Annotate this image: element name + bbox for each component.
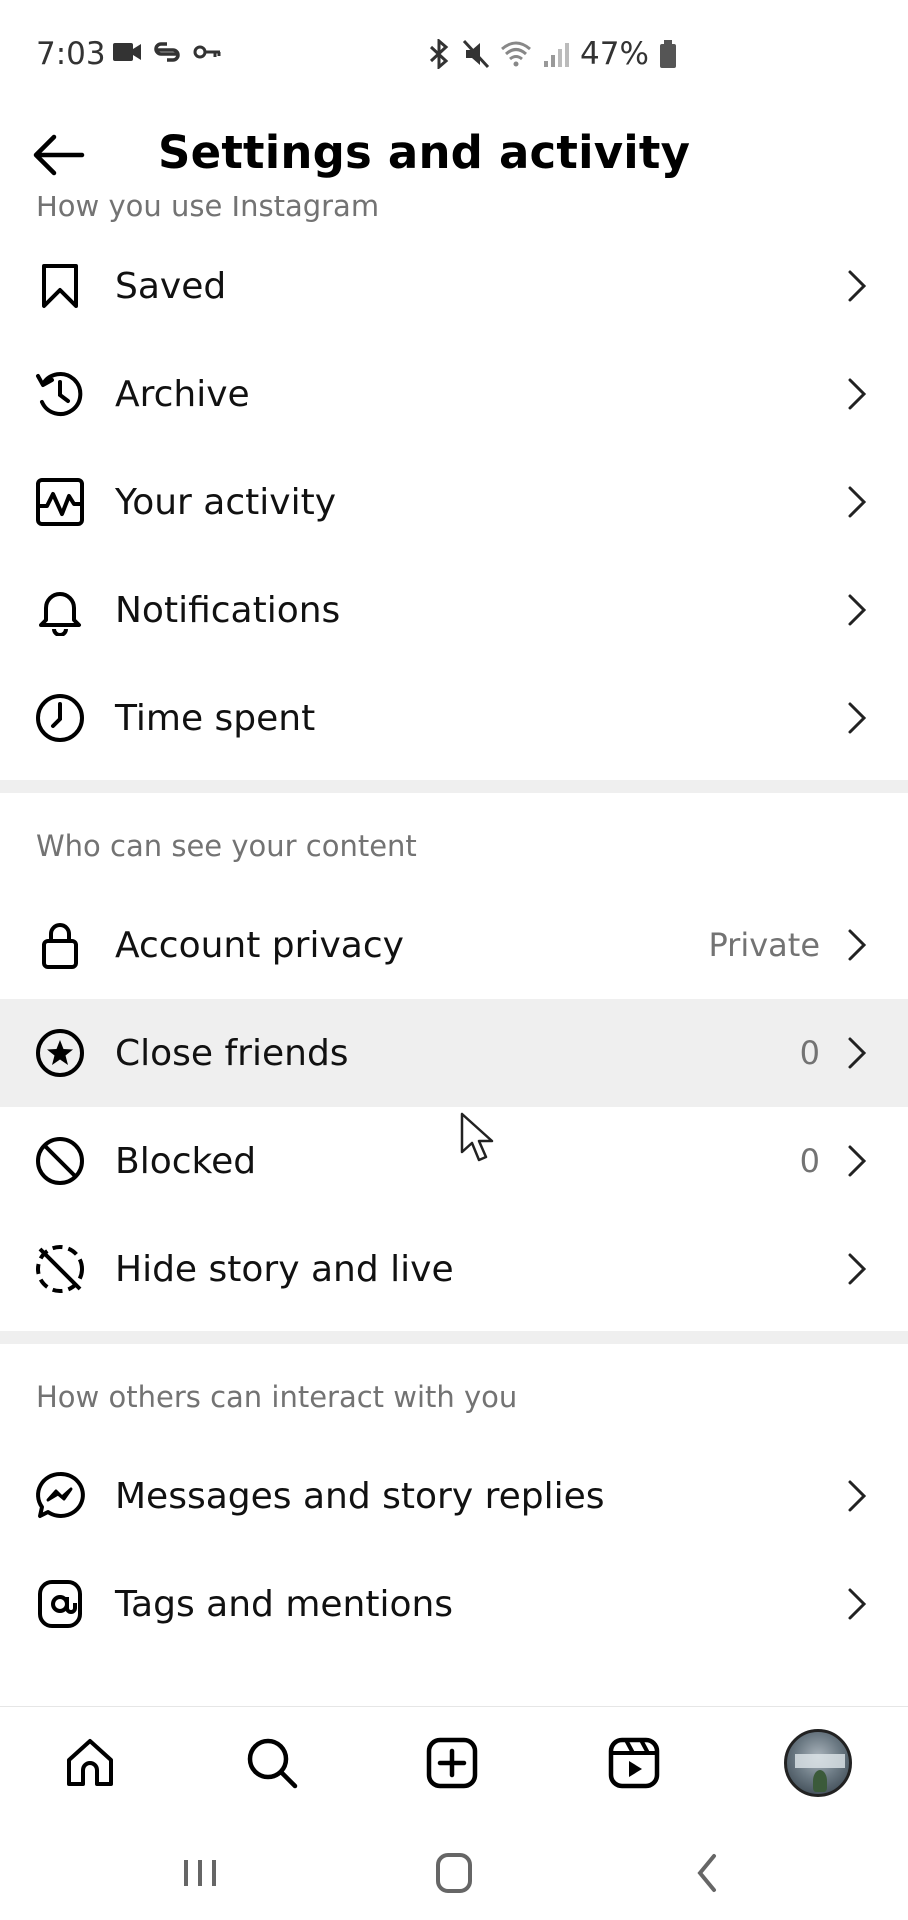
messenger-icon bbox=[34, 1470, 86, 1522]
chevron-right-icon bbox=[848, 1480, 867, 1512]
lock-icon bbox=[34, 919, 86, 971]
row-archive[interactable]: Archive bbox=[0, 340, 908, 448]
wifi-icon bbox=[501, 41, 531, 67]
battery-percentage: 47% bbox=[580, 36, 649, 72]
row-label: Saved bbox=[115, 265, 227, 307]
chevron-right-icon bbox=[848, 594, 867, 626]
row-label: Messages and story replies bbox=[115, 1475, 605, 1517]
mute-icon bbox=[462, 39, 490, 69]
chevron-right-icon bbox=[848, 1037, 867, 1069]
section-divider bbox=[0, 780, 908, 793]
row-account-privacy[interactable]: Account privacy Private bbox=[0, 891, 908, 999]
privacy-status-value: Private bbox=[708, 926, 820, 964]
blocked-count: 0 bbox=[799, 1142, 820, 1180]
row-label: Archive bbox=[115, 373, 250, 415]
row-blocked[interactable]: Blocked 0 bbox=[0, 1107, 908, 1215]
hide-story-icon bbox=[34, 1243, 86, 1295]
row-label: Close friends bbox=[115, 1032, 349, 1074]
activity-icon bbox=[34, 476, 86, 528]
signal-icon bbox=[544, 43, 569, 67]
status-system-icons: 47% bbox=[426, 36, 677, 72]
row-saved[interactable]: Saved bbox=[0, 232, 908, 340]
clock-icon bbox=[34, 692, 86, 744]
chevron-right-icon bbox=[848, 378, 867, 410]
bookmark-icon bbox=[34, 260, 86, 312]
create-post-icon bbox=[426, 1737, 478, 1789]
section-divider bbox=[0, 1331, 908, 1344]
link-icon bbox=[154, 42, 180, 62]
chevron-right-icon bbox=[848, 929, 867, 961]
chevron-right-icon bbox=[848, 270, 867, 302]
back-button[interactable] bbox=[30, 130, 86, 180]
row-messages-and-story-replies[interactable]: Messages and story replies bbox=[0, 1442, 908, 1550]
nav-reels[interactable] bbox=[602, 1731, 666, 1795]
chevron-right-icon bbox=[848, 1145, 867, 1177]
row-label: Your activity bbox=[115, 481, 336, 523]
row-close-friends[interactable]: Close friends 0 bbox=[0, 999, 908, 1107]
reels-icon bbox=[608, 1737, 660, 1789]
home-circle-icon[interactable] bbox=[424, 1848, 484, 1898]
home-icon bbox=[67, 1739, 113, 1786]
page-title: Settings and activity bbox=[158, 126, 691, 179]
chevron-right-icon bbox=[848, 702, 867, 734]
nav-search[interactable] bbox=[240, 1731, 304, 1795]
system-navigation-bar bbox=[0, 1818, 908, 1920]
chevron-right-icon bbox=[848, 486, 867, 518]
header: Settings and activity bbox=[0, 112, 908, 196]
chevron-right-icon bbox=[848, 1253, 867, 1285]
nav-home[interactable] bbox=[58, 1731, 122, 1795]
battery-icon bbox=[659, 40, 676, 68]
search-icon bbox=[247, 1738, 298, 1789]
system-back-icon[interactable] bbox=[678, 1848, 738, 1898]
archive-history-icon bbox=[34, 368, 86, 420]
at-sign-icon bbox=[34, 1578, 86, 1630]
chevron-right-icon bbox=[848, 1588, 867, 1620]
row-time-spent[interactable]: Time spent bbox=[0, 664, 908, 772]
close-friends-count: 0 bbox=[799, 1034, 820, 1072]
row-label: Hide story and live bbox=[115, 1248, 454, 1290]
row-tags-and-mentions[interactable]: Tags and mentions bbox=[0, 1550, 908, 1658]
row-label: Blocked bbox=[115, 1140, 257, 1182]
row-hide-story-and-live[interactable]: Hide story and live bbox=[0, 1215, 908, 1323]
profile-avatar[interactable] bbox=[784, 1729, 852, 1797]
row-label: Notifications bbox=[115, 589, 341, 631]
key-icon bbox=[193, 45, 221, 59]
section-title-how-others-interact: How others can interact with you bbox=[36, 1380, 518, 1414]
status-bar: 7:03 47% bbox=[0, 0, 908, 112]
blocked-icon bbox=[34, 1135, 86, 1187]
recent-apps-icon[interactable] bbox=[170, 1848, 230, 1898]
arrow-left-icon bbox=[33, 134, 85, 176]
section-title-how-you-use: How you use Instagram bbox=[36, 196, 380, 223]
video-call-icon bbox=[113, 43, 141, 61]
row-notifications[interactable]: Notifications bbox=[0, 556, 908, 664]
status-notification-icons bbox=[112, 40, 222, 64]
bottom-navigation bbox=[0, 1706, 908, 1818]
section-title-who-can-see: Who can see your content bbox=[36, 829, 417, 863]
nav-create[interactable] bbox=[420, 1731, 484, 1795]
row-label: Tags and mentions bbox=[115, 1583, 454, 1625]
row-your-activity[interactable]: Your activity bbox=[0, 448, 908, 556]
bluetooth-icon bbox=[429, 39, 449, 69]
settings-list[interactable]: How you use Instagram Saved Archive Your… bbox=[0, 196, 908, 1705]
star-circle-icon bbox=[34, 1027, 86, 1079]
bell-icon bbox=[34, 584, 86, 636]
status-time: 7:03 bbox=[36, 36, 106, 72]
row-label: Time spent bbox=[115, 697, 316, 739]
row-label: Account privacy bbox=[115, 924, 404, 966]
